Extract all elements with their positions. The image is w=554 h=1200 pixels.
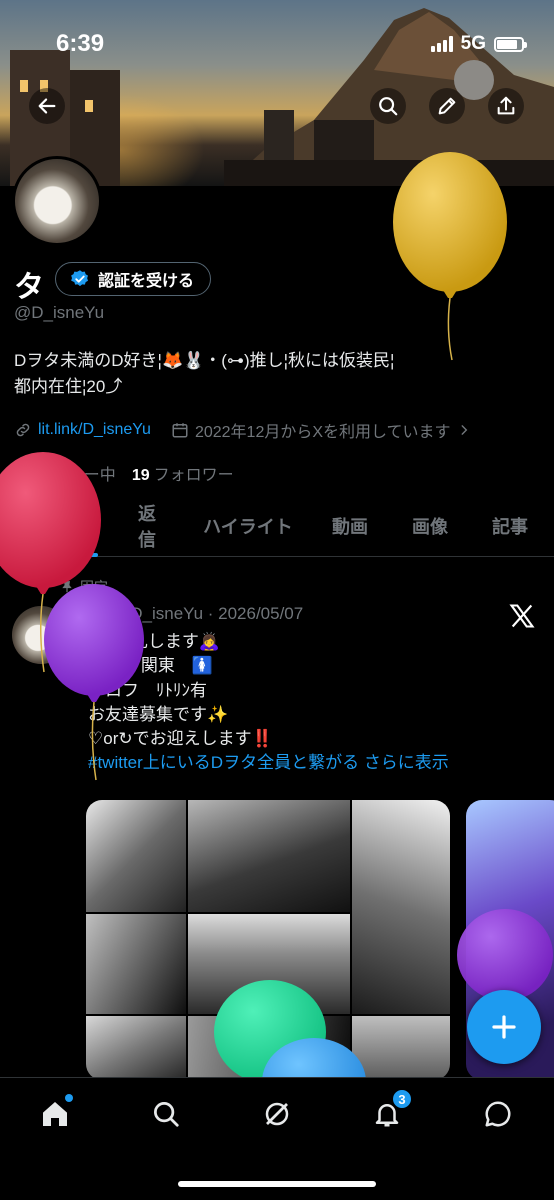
status-time: 6:39 [56, 30, 105, 57]
share-button[interactable] [488, 88, 524, 124]
nav-messages[interactable] [478, 1094, 518, 1134]
post-hashtag[interactable]: #twitter上にいるDヲタ全員と繋がる [88, 753, 359, 772]
get-verified-label: 認証を受ける [98, 273, 195, 290]
tab-replies[interactable]: 返信 [120, 495, 184, 557]
edit-button[interactable] [429, 88, 465, 124]
tab-highlights[interactable]: ハイライト [184, 495, 312, 557]
nav-home[interactable] [35, 1094, 75, 1134]
follow-stats: 33 フォロー中 19 フォロワー [14, 461, 234, 485]
profile-link[interactable]: lit.link/D_isneYu [38, 421, 151, 439]
get-verified-button[interactable]: 認証を受ける [55, 262, 212, 296]
post-line: お友達募集です✨ [88, 704, 229, 724]
arrow-left-icon [38, 98, 56, 114]
profile-avatar[interactable] [12, 156, 102, 246]
post-author[interactable]: タ [88, 604, 105, 629]
chat-icon [485, 1101, 511, 1127]
pencil-icon [438, 97, 456, 115]
profile-tabs: ポスト 返信 ハイライト 動画 画像 記事 [0, 495, 554, 557]
post-handle-date: @D_isneYu · 2026/05/07 [113, 604, 304, 623]
home-icon [43, 1102, 67, 1126]
following-stat[interactable]: 33 フォロー中 [14, 461, 116, 485]
compose-post-button[interactable] [467, 990, 541, 1064]
back-button[interactable] [29, 88, 65, 124]
tab-videos[interactable]: 動画 [312, 495, 388, 557]
x-logo-icon [509, 604, 535, 628]
followers-stat[interactable]: 19 フォロワー [132, 461, 234, 485]
plus-icon [492, 1015, 516, 1039]
pin-icon [62, 581, 72, 593]
post-header: タ @D_isneYu · 2026/05/07 [88, 604, 303, 629]
pinned-indicator: 固定 [60, 577, 108, 597]
link-icon [16, 423, 30, 437]
grok-icon [265, 1102, 289, 1126]
profile-name: タ [14, 271, 44, 304]
search-icon [379, 97, 398, 116]
bio-line: Dヲタ未満のD好き¦🦊🐰・(⊶)推し¦秋には仮装民¦ [14, 351, 395, 370]
verified-badge-icon [71, 270, 88, 287]
notification-badge: 3 [391, 1088, 413, 1110]
battery-icon [494, 36, 527, 52]
nav-grok[interactable] [257, 1094, 297, 1134]
post-avatar[interactable] [12, 606, 70, 664]
tab-posts[interactable]: ポスト [0, 495, 120, 557]
tab-articles[interactable]: 記事 [472, 495, 548, 557]
post-body[interactable]: 🏷️ 失礼します🙇‍♀️ 20⤴︎ 関東 🚺 プロフ ﾘﾄﾘﾝ有 お友達募集です… [88, 630, 538, 776]
media-tile [352, 1016, 450, 1080]
media-tile [188, 914, 350, 1014]
profile-handle: @D_isneYu [14, 303, 105, 322]
search-button[interactable] [370, 88, 406, 124]
show-more-link[interactable]: さらに表示 [364, 753, 449, 772]
nav-notifications[interactable]: 3 [367, 1088, 413, 1134]
nav-search[interactable] [146, 1094, 186, 1134]
profile-meta: lit.link/D_isneYu 2022年12月からXを利用しています [14, 418, 471, 442]
profile-bio: Dヲタ未満のD好き¦🦊🐰・(⊶)推し¦秋には仮装民¦ 都内在住¦20⤴︎ [14, 348, 544, 400]
home-indicator [178, 1181, 376, 1187]
post-line: ♡or↻でお迎えします‼️ [88, 729, 273, 749]
post-line: 20⤴︎ 関東 🚺 [88, 656, 214, 676]
bio-line: 都内在住¦20⤴︎ [14, 377, 123, 396]
media-tile [352, 800, 450, 1014]
media-tile [86, 914, 186, 1014]
media-tile [188, 1016, 350, 1080]
share-icon [497, 96, 515, 115]
media-tile [86, 1016, 186, 1080]
chevron-right-icon [461, 425, 467, 435]
network-label: 5G [460, 33, 486, 54]
post-line: プロフ ﾘﾄﾘﾝ有 [88, 680, 207, 700]
tab-images[interactable]: 画像 [388, 495, 472, 557]
home-unread-dot [65, 1094, 73, 1102]
media-tile [86, 800, 186, 912]
search-icon [154, 1102, 179, 1127]
calendar-icon [172, 423, 188, 438]
status-bar: 6:39 5G [0, 0, 554, 88]
joined-date[interactable]: 2022年12月からXを利用しています [195, 418, 451, 442]
signal-icon [430, 36, 453, 52]
post-line: 🏷️ 失礼します🙇‍♀️ [88, 632, 221, 651]
media-tile [188, 800, 350, 912]
post-media-collage[interactable] [86, 800, 450, 1080]
